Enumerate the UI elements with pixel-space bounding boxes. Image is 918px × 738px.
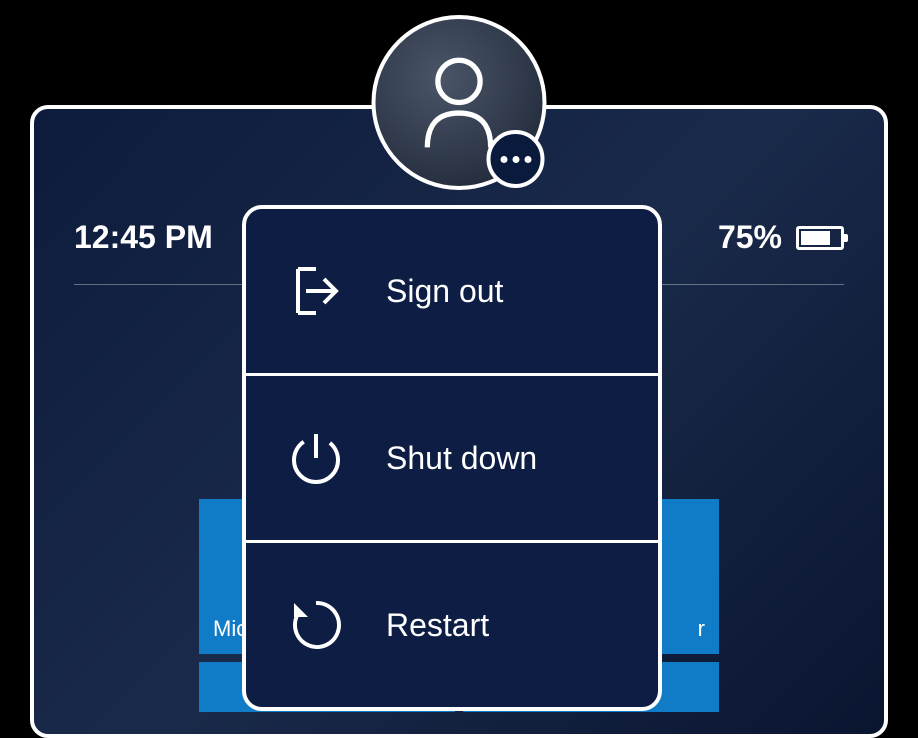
dot-icon <box>524 156 531 163</box>
person-icon <box>417 55 502 150</box>
sign-out-button[interactable]: Sign out <box>246 209 658 376</box>
battery-status: 75% <box>718 219 844 256</box>
dot-icon <box>500 156 507 163</box>
restart-icon <box>286 595 346 655</box>
clock-time: 12:45 PM <box>74 219 213 256</box>
avatar-circle <box>372 15 547 190</box>
restart-button[interactable]: Restart <box>246 543 658 707</box>
tile-label: r <box>698 616 705 642</box>
battery-percent: 75% <box>718 219 782 256</box>
shut-down-button[interactable]: Shut down <box>246 376 658 543</box>
sign-out-label: Sign out <box>386 273 503 310</box>
shut-down-label: Shut down <box>386 440 537 477</box>
user-avatar[interactable] <box>372 15 547 190</box>
power-icon <box>286 428 346 488</box>
battery-icon <box>796 226 844 250</box>
sign-out-icon <box>286 261 346 321</box>
dot-icon <box>512 156 519 163</box>
more-options-button[interactable] <box>487 130 545 188</box>
restart-label: Restart <box>386 607 489 644</box>
power-menu: Sign out Shut down Restart <box>242 205 662 711</box>
